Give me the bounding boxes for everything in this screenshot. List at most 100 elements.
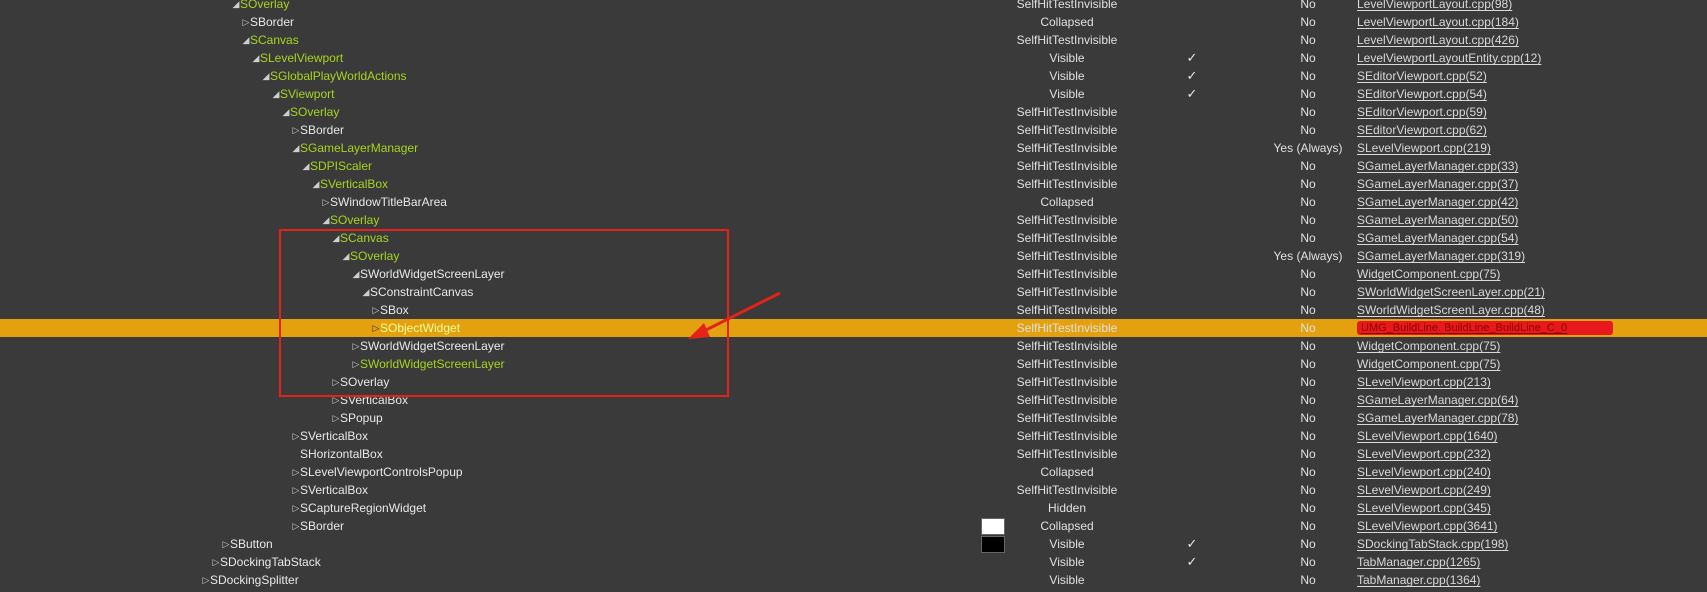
visibility-cell: SelfHitTestInvisible	[1016, 357, 1118, 371]
tree-row[interactable]: ▷ SWindowTitleBarArea Collapsed No SGameLaye…	[0, 193, 1707, 211]
tree-row[interactable]: ▷ SVerticalBox SelfHitTestInvisible No SGame…	[0, 391, 1707, 409]
widget-name: SWorldWidgetScreenLayer	[360, 267, 505, 281]
source-link[interactable]: SWorldWidgetScreenLayer.cpp(48)	[1357, 301, 1545, 319]
widget-name: SObjectWidget	[380, 321, 461, 335]
source-link[interactable]: SLevelViewport.cpp(345)	[1357, 499, 1491, 517]
widget-name: SDockingTabStack	[220, 555, 321, 569]
source-link[interactable]: SLevelViewport.cpp(3641)	[1357, 517, 1498, 535]
source-link[interactable]: LevelViewportLayout.cpp(426)	[1357, 31, 1519, 49]
visibility-cell: SelfHitTestInvisible	[1016, 159, 1118, 173]
tree-row[interactable]: ▷ SVerticalBox SelfHitTestInvisible No SLeve…	[0, 427, 1707, 445]
tree-row[interactable]: ▷ SBorder Collapsed No LevelViewportLayout.c…	[0, 13, 1707, 31]
source-link[interactable]: SGameLayerManager.cpp(64)	[1357, 391, 1518, 409]
tree-row[interactable]: ◢ SCanvas SelfHitTestInvisible No LevelViewp…	[0, 31, 1707, 49]
visibility-cell: SelfHitTestInvisible	[1016, 285, 1118, 299]
widget-name: SVerticalBox	[300, 483, 369, 497]
widget-name: SDPIScaler	[310, 159, 373, 173]
source-link[interactable]: SDockingTabStack.cpp(198)	[1357, 535, 1508, 553]
source-link[interactable]: SEditorViewport.cpp(62)	[1357, 121, 1487, 139]
widget-name: SOverlay	[330, 213, 380, 227]
source-link[interactable]: SLevelViewport.cpp(219)	[1357, 139, 1491, 157]
tree-row[interactable]: ▷ SWorldWidgetScreenLayer SelfHitTestInvis…	[0, 337, 1707, 355]
source-link[interactable]: SEditorViewport.cpp(59)	[1357, 103, 1487, 121]
widget-name: SWorldWidgetScreenLayer	[360, 357, 505, 371]
tree-row[interactable]: ◢ SOverlay SelfHitTestInvisible Yes (Always…	[0, 247, 1707, 265]
source-link[interactable]: WidgetComponent.cpp(75)	[1357, 355, 1500, 373]
widget-name: SBorder	[300, 519, 345, 533]
tree-row[interactable]: ▷ SBox SelfHitTestInvisible No SWorldWidgetS…	[0, 301, 1707, 319]
tree-row[interactable]: ▷ SDockingSplitter Visible No TabManager.cpp…	[0, 571, 1707, 589]
source-link[interactable]: TabManager.cpp(1265)	[1357, 553, 1480, 571]
tree-row[interactable]: ▷ SBorder Collapsed No SLevelViewport.cpp(36…	[0, 517, 1707, 535]
widget-name: SHorizontalBox	[300, 447, 383, 461]
source-link[interactable]: SGameLayerManager.cpp(54)	[1357, 229, 1518, 247]
visibility-cell: SelfHitTestInvisible	[1016, 447, 1118, 461]
source-link[interactable]: UMG_BuildLine. BuildLine_BuildLine_C_0	[1357, 321, 1613, 335]
source-link[interactable]: SLevelViewport.cpp(213)	[1357, 373, 1491, 391]
widget-name: SOverlay	[340, 375, 390, 389]
source-link[interactable]: SLevelViewport.cpp(232)	[1357, 445, 1491, 463]
visibility-cell: SelfHitTestInvisible	[1016, 231, 1118, 245]
tree-row[interactable]: ▷ SBorder SelfHitTestInvisible No SEditorVie…	[0, 121, 1707, 139]
source-link[interactable]: WidgetComponent.cpp(75)	[1357, 265, 1500, 283]
source-link[interactable]: SGameLayerManager.cpp(78)	[1357, 409, 1518, 427]
tree-row[interactable]: ▷ SVerticalBox SelfHitTestInvisible No SLeve…	[0, 481, 1707, 499]
tree-row[interactable]: ◢ SGameLayerManager SelfHitTestInvisible Ye…	[0, 139, 1707, 157]
tree-row[interactable]: ▷ SObjectWidget SelfHitTestInvisible No UMG_…	[0, 319, 1707, 337]
widget-name: SPopup	[340, 411, 383, 425]
widget-name: SViewport	[280, 87, 335, 101]
visibility-cell: SelfHitTestInvisible	[1016, 33, 1118, 47]
source-link[interactable]: WidgetComponent.cpp(75)	[1357, 337, 1500, 355]
source-link[interactable]: SEditorViewport.cpp(54)	[1357, 85, 1487, 103]
source-link[interactable]: SGameLayerManager.cpp(37)	[1357, 175, 1518, 193]
visibility-cell: Collapsed	[1040, 519, 1094, 533]
source-link[interactable]: TabManager.cpp(1364)	[1357, 571, 1480, 589]
tree-row[interactable]: ▷ SButton Visible ✓ No SDockingTabStack.cpp(1…	[0, 535, 1707, 553]
widget-name: SVerticalBox	[300, 429, 369, 443]
visibility-cell: Visible	[1049, 69, 1085, 83]
tree-row[interactable]: ◢ SVerticalBox SelfHitTestInvisible No SGame…	[0, 175, 1707, 193]
tree-row[interactable]: ▷ SCaptureRegionWidget Hidden No SLevelViewp…	[0, 499, 1707, 517]
tree-row[interactable]: ◢ SOverlay SelfHitTestInvisible No LevelView…	[0, 0, 1707, 13]
source-link[interactable]: LevelViewportLayout.cpp(184)	[1357, 13, 1519, 31]
source-link[interactable]: LevelViewportLayout.cpp(98)	[1357, 0, 1512, 13]
source-link[interactable]: SLevelViewport.cpp(1640)	[1357, 427, 1498, 445]
source-link[interactable]: SGameLayerManager.cpp(319)	[1357, 247, 1525, 265]
widget-name: SWorldWidgetScreenLayer	[360, 339, 505, 353]
visibility-cell: Collapsed	[1040, 465, 1094, 479]
source-link[interactable]: SEditorViewport.cpp(52)	[1357, 67, 1487, 85]
visibility-cell: Visible	[1049, 537, 1085, 551]
tree-row[interactable]: ◢ SLevelViewport Visible ✓ No LevelViewportLa…	[0, 49, 1707, 67]
widget-name: SBox	[380, 303, 409, 317]
source-link[interactable]: SGameLayerManager.cpp(50)	[1357, 211, 1518, 229]
tree-row[interactable]: ◢ SOverlay SelfHitTestInvisible No SGameLaye…	[0, 211, 1707, 229]
tree-row[interactable]: ◢ SWorldWidgetScreenLayer SelfHitTestInvis…	[0, 265, 1707, 283]
tree-row[interactable]: ▷ SWorldWidgetScreenLayer SelfHitTestInvis…	[0, 355, 1707, 373]
tree-row[interactable]: ◢ SOverlay SelfHitTestInvisible No SEditorVi…	[0, 103, 1707, 121]
source-link[interactable]: SWorldWidgetScreenLayer.cpp(21)	[1357, 283, 1545, 301]
tree-row[interactable]: ▷ SLevelViewportControlsPopup Collapsed No S…	[0, 463, 1707, 481]
tree-row[interactable]: ◢ SGlobalPlayWorldActions Visible ✓ No SEdito…	[0, 67, 1707, 85]
source-link[interactable]: LevelViewportLayoutEntity.cpp(12)	[1357, 49, 1541, 67]
source-link[interactable]: SGameLayerManager.cpp(42)	[1357, 193, 1518, 211]
tree-row[interactable]: ◢ SDPIScaler SelfHitTestInvisible No SGameLa…	[0, 157, 1707, 175]
visibility-cell: SelfHitTestInvisible	[1016, 123, 1118, 137]
tree-row[interactable]: ▷ SPopup SelfHitTestInvisible No SGameLayerM…	[0, 409, 1707, 427]
tree-row[interactable]: ◢ SConstraintCanvas SelfHitTestInvisible No…	[0, 283, 1707, 301]
widget-name: SCanvas	[250, 33, 299, 47]
visibility-cell: SelfHitTestInvisible	[1016, 411, 1118, 425]
tree-row[interactable]: ▷ SDockingTabStack Visible ✓ No TabManager.cp…	[0, 553, 1707, 571]
tree-row[interactable]: ▷ SOverlay SelfHitTestInvisible No SLevelVie…	[0, 373, 1707, 391]
source-link[interactable]: SGameLayerManager.cpp(33)	[1357, 157, 1518, 175]
source-link[interactable]: SLevelViewport.cpp(249)	[1357, 481, 1491, 499]
visibility-cell: Visible	[1049, 555, 1085, 569]
visibility-cell: Visible	[1049, 51, 1085, 65]
source-link[interactable]: SLevelViewport.cpp(240)	[1357, 463, 1491, 481]
visibility-cell: SelfHitTestInvisible	[1016, 339, 1118, 353]
tree-row[interactable]: SHorizontalBox SelfHitTestInvisible No SLev…	[0, 445, 1707, 463]
visibility-cell: SelfHitTestInvisible	[1016, 375, 1118, 389]
widget-name: SLevelViewportControlsPopup	[300, 465, 463, 479]
tree-row[interactable]: ◢ SViewport Visible ✓ No SEditorViewport.cpp(…	[0, 85, 1707, 103]
tree-row[interactable]: ◢ SCanvas SelfHitTestInvisible No SGameLayer…	[0, 229, 1707, 247]
visibility-cell: SelfHitTestInvisible	[1016, 483, 1118, 497]
